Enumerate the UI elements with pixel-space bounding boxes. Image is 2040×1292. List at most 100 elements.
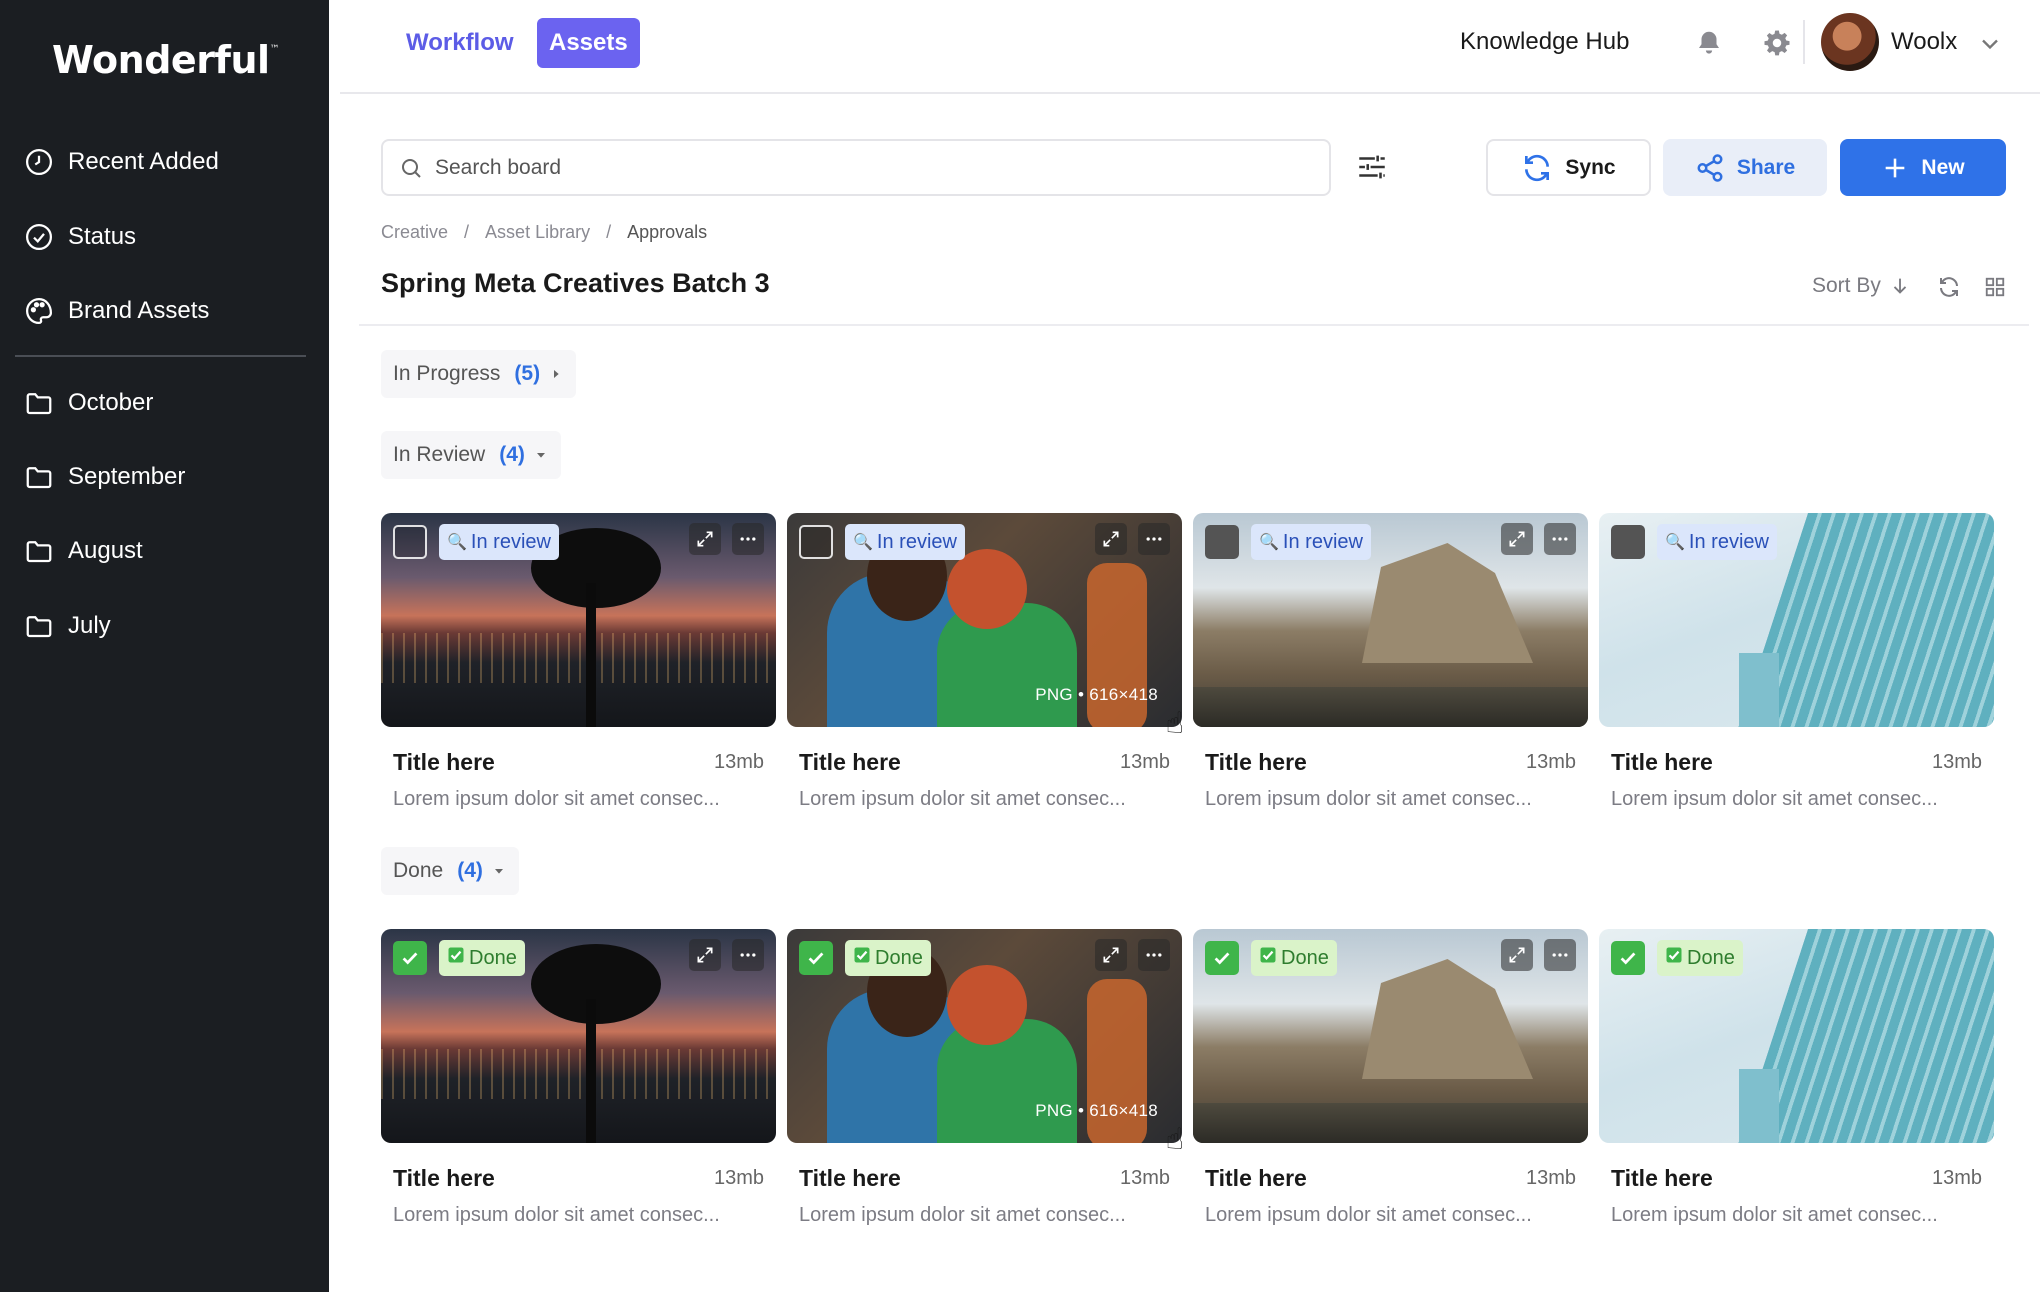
sidebar-folder-july[interactable]: July — [24, 600, 111, 652]
asset-card[interactable]: 🔍 In review Title here 13mb Lorem ipsum … — [381, 513, 776, 810]
magnifier-icon: 🔍 — [447, 534, 467, 551]
asset-title[interactable]: Title here — [393, 1165, 495, 1192]
asset-title[interactable]: Title here — [1205, 1165, 1307, 1192]
asset-title[interactable]: Title here — [799, 1165, 901, 1192]
sync-button[interactable]: Sync — [1486, 139, 1651, 196]
refresh-button[interactable] — [1934, 272, 1964, 302]
status-badge: 🔍 In review — [845, 524, 965, 560]
more-icon — [1146, 537, 1162, 541]
asset-thumbnail[interactable]: Done PNG • 616×418 — [787, 929, 1182, 1143]
more-options-button[interactable] — [1544, 939, 1576, 971]
select-checkbox[interactable] — [1611, 941, 1645, 975]
sidebar-item-status[interactable]: Status — [24, 211, 136, 263]
search-input[interactable] — [435, 155, 1295, 180]
sidebar-item-brand-assets[interactable]: Brand Assets — [24, 285, 209, 337]
expand-button[interactable] — [1501, 523, 1533, 555]
group-in-progress[interactable]: In Progress (5) — [381, 350, 577, 398]
notifications-button[interactable] — [1690, 24, 1728, 62]
asset-thumbnail[interactable]: 🔍 In review PNG • 616×418 — [787, 513, 1182, 727]
asset-size: 13mb — [713, 1167, 764, 1189]
more-options-button[interactable] — [1138, 523, 1170, 555]
sidebar-folder-september[interactable]: September — [24, 451, 185, 503]
filter-button[interactable] — [1352, 145, 1392, 189]
asset-card[interactable]: Done Title here 13mb Lorem ipsum dolor s… — [381, 929, 776, 1226]
share-label: Share — [1736, 155, 1796, 179]
group-label: In Progress — [393, 362, 501, 385]
image-detail — [1362, 543, 1533, 663]
asset-card[interactable]: 🔍 In review PNG • 616×418 Title here 13m… — [787, 513, 1184, 810]
caret-down-icon — [494, 869, 503, 874]
group-in-review[interactable]: In Review (4) — [381, 431, 561, 479]
folder-label: July — [68, 612, 111, 639]
done-icon — [447, 946, 465, 970]
image-detail — [1193, 687, 1588, 727]
sort-by-button[interactable]: Sort By — [1812, 274, 1911, 298]
folder-icon — [26, 541, 52, 563]
select-checkbox[interactable] — [799, 525, 833, 559]
select-checkbox[interactable] — [1611, 525, 1645, 559]
expand-button[interactable] — [1501, 939, 1533, 971]
select-checkbox[interactable] — [393, 525, 427, 559]
asset-card[interactable]: Done Title here 13mb Lorem ipsum dolor s… — [1599, 929, 1994, 1226]
share-button[interactable]: Share — [1663, 139, 1827, 196]
brand-logo[interactable]: Wonderful™ — [52, 38, 280, 82]
tab-workflow[interactable]: Workflow — [394, 18, 526, 68]
select-checkbox[interactable] — [393, 941, 427, 975]
new-button[interactable]: New — [1840, 139, 2006, 196]
expand-button[interactable] — [1095, 523, 1127, 555]
sidebar-item-label: Brand Assets — [68, 297, 210, 324]
sync-icon — [1525, 154, 1550, 181]
asset-title[interactable]: Title here — [393, 749, 495, 776]
asset-title[interactable]: Title here — [1611, 1165, 1713, 1192]
expand-button[interactable] — [1095, 939, 1127, 971]
file-meta: PNG • 616×418 — [1035, 685, 1158, 704]
asset-card[interactable]: Done PNG • 616×418 Title here 13mb Lorem… — [787, 929, 1184, 1226]
asset-thumbnail[interactable]: Done — [1599, 929, 1994, 1143]
group-done[interactable]: Done (4) — [381, 847, 519, 895]
breadcrumb-item[interactable]: Creative — [381, 222, 448, 243]
select-checkbox[interactable] — [799, 941, 833, 975]
asset-card[interactable]: 🔍 In review Title here 13mb Lorem ipsum … — [1193, 513, 1588, 810]
sidebar-item-recent-added[interactable]: Recent Added — [24, 136, 219, 188]
sidebar-divider — [15, 355, 306, 357]
status-badge: Done — [1251, 940, 1337, 976]
avatar[interactable] — [1821, 13, 1879, 71]
asset-thumbnail[interactable]: 🔍 In review — [381, 513, 776, 727]
user-name[interactable]: Woolx — [1891, 28, 1957, 56]
folder-label: October — [68, 389, 154, 416]
tab-assets[interactable]: Assets — [537, 18, 640, 68]
sidebar-folder-august[interactable]: August — [24, 525, 143, 577]
folder-label: August — [68, 537, 143, 564]
asset-thumbnail[interactable]: Done — [381, 929, 776, 1143]
asset-thumbnail[interactable]: 🔍 In review — [1193, 513, 1588, 727]
more-options-button[interactable] — [1544, 523, 1576, 555]
more-icon — [1552, 537, 1568, 541]
settings-button[interactable] — [1758, 24, 1796, 62]
folder-icon — [26, 616, 52, 638]
asset-card[interactable]: 🔍 In review Title here 13mb Lorem ipsum … — [1599, 513, 1994, 810]
asset-title[interactable]: Title here — [1205, 749, 1307, 776]
asset-thumbnail[interactable]: 🔍 In review — [1599, 513, 1994, 727]
grid-view-button[interactable] — [1980, 272, 2010, 302]
more-options-button[interactable] — [732, 523, 764, 555]
select-checkbox[interactable] — [1205, 941, 1239, 975]
more-options-button[interactable] — [1138, 939, 1170, 971]
more-options-button[interactable] — [732, 939, 764, 971]
grid-icon — [1985, 277, 2005, 297]
select-checkbox[interactable] — [1205, 525, 1239, 559]
breadcrumb-item[interactable]: Asset Library — [485, 222, 590, 243]
expand-button[interactable] — [689, 939, 721, 971]
check-icon — [402, 952, 418, 965]
asset-card[interactable]: Done Title here 13mb Lorem ipsum dolor s… — [1193, 929, 1588, 1226]
group-label: Done — [393, 859, 444, 882]
asset-title[interactable]: Title here — [799, 749, 901, 776]
asset-thumbnail[interactable]: Done — [1193, 929, 1588, 1143]
pointer-hand-icon: ☝ — [1165, 707, 1184, 740]
sidebar-folder-october[interactable]: October — [24, 377, 153, 429]
breadcrumb-separator: / — [464, 222, 470, 242]
asset-size: 13mb — [1931, 751, 1982, 773]
chevron-down-icon[interactable] — [1976, 30, 2004, 58]
asset-title[interactable]: Title here — [1611, 749, 1713, 776]
knowledge-hub-link[interactable]: Knowledge Hub — [1460, 28, 1629, 56]
expand-button[interactable] — [689, 523, 721, 555]
